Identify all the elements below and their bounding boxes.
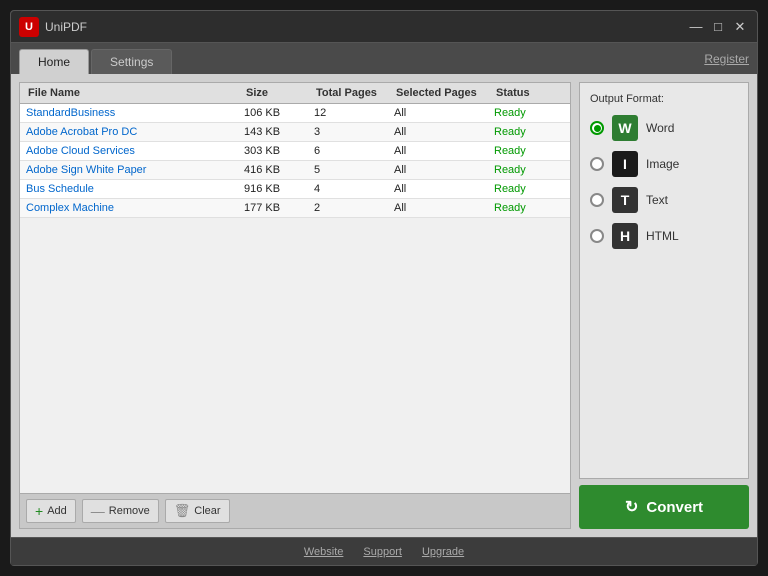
- clear-icon: 🗑: [174, 503, 191, 519]
- tab-home[interactable]: Home: [19, 49, 89, 74]
- convert-icon: ↻: [625, 497, 638, 517]
- table-row[interactable]: Bus Schedule 916 KB 4 All Ready: [20, 180, 570, 199]
- word-icon: W: [612, 115, 638, 141]
- app-logo: U: [19, 17, 39, 37]
- file-name[interactable]: Bus Schedule: [26, 183, 244, 195]
- app-title: UniPDF: [45, 20, 687, 34]
- right-panel: Output Format: W Word I Image T Text H: [579, 82, 749, 529]
- file-name[interactable]: Adobe Cloud Services: [26, 145, 244, 157]
- file-status: Ready: [494, 107, 564, 119]
- text-icon: T: [612, 187, 638, 213]
- file-size: 916 KB: [244, 183, 314, 195]
- selected-pages: All: [394, 126, 494, 138]
- html-label: HTML: [646, 229, 679, 243]
- table-row[interactable]: Adobe Cloud Services 303 KB 6 All Ready: [20, 142, 570, 161]
- minimize-button[interactable]: —: [687, 18, 705, 36]
- col-filename: File Name: [26, 87, 244, 99]
- radio-text[interactable]: [590, 193, 604, 207]
- clear-button[interactable]: 🗑 Clear: [165, 499, 230, 523]
- selected-pages: All: [394, 202, 494, 214]
- file-name[interactable]: Adobe Sign White Paper: [26, 164, 244, 176]
- website-link[interactable]: Website: [304, 546, 344, 558]
- total-pages: 5: [314, 164, 394, 176]
- maximize-button[interactable]: □: [709, 18, 727, 36]
- remove-button[interactable]: — Remove: [82, 499, 159, 523]
- col-selectedpages: Selected Pages: [394, 87, 494, 99]
- file-status: Ready: [494, 202, 564, 214]
- html-icon: H: [612, 223, 638, 249]
- file-status: Ready: [494, 145, 564, 157]
- clear-label: Clear: [194, 505, 220, 517]
- total-pages: 12: [314, 107, 394, 119]
- radio-image[interactable]: [590, 157, 604, 171]
- tab-bar: Home Settings Register: [11, 43, 757, 74]
- content-row: File Name Size Total Pages Selected Page…: [19, 82, 749, 529]
- output-format-title: Output Format:: [590, 93, 738, 105]
- table-row[interactable]: Adobe Sign White Paper 416 KB 5 All Read…: [20, 161, 570, 180]
- add-label: Add: [47, 505, 67, 517]
- upgrade-link[interactable]: Upgrade: [422, 546, 464, 558]
- file-name[interactable]: StandardBusiness: [26, 107, 244, 119]
- text-label: Text: [646, 193, 668, 207]
- image-icon: I: [612, 151, 638, 177]
- selected-pages: All: [394, 183, 494, 195]
- file-status: Ready: [494, 183, 564, 195]
- word-label: Word: [646, 121, 674, 135]
- selected-pages: All: [394, 164, 494, 176]
- tab-settings[interactable]: Settings: [91, 49, 172, 74]
- register-link[interactable]: Register: [704, 52, 749, 71]
- file-size: 106 KB: [244, 107, 314, 119]
- file-status: Ready: [494, 126, 564, 138]
- col-totalpages: Total Pages: [314, 87, 394, 99]
- format-option-html[interactable]: H HTML: [590, 223, 738, 249]
- window-controls: — □ ✕: [687, 18, 749, 36]
- file-size: 303 KB: [244, 145, 314, 157]
- col-status: Status: [494, 87, 564, 99]
- format-option-word[interactable]: W Word: [590, 115, 738, 141]
- footer: Website Support Upgrade: [11, 537, 757, 565]
- main-content: File Name Size Total Pages Selected Page…: [11, 74, 757, 537]
- remove-icon: —: [91, 503, 105, 519]
- total-pages: 6: [314, 145, 394, 157]
- table-header: File Name Size Total Pages Selected Page…: [20, 83, 570, 104]
- file-size: 177 KB: [244, 202, 314, 214]
- radio-html[interactable]: [590, 229, 604, 243]
- file-size: 416 KB: [244, 164, 314, 176]
- file-toolbar: + Add — Remove 🗑 Clear: [20, 493, 570, 528]
- convert-label: Convert: [646, 499, 703, 516]
- table-row[interactable]: Adobe Acrobat Pro DC 143 KB 3 All Ready: [20, 123, 570, 142]
- file-size: 143 KB: [244, 126, 314, 138]
- table-row[interactable]: StandardBusiness 106 KB 12 All Ready: [20, 104, 570, 123]
- file-status: Ready: [494, 164, 564, 176]
- total-pages: 3: [314, 126, 394, 138]
- main-window: U UniPDF — □ ✕ Home Settings Register Fi…: [10, 10, 758, 566]
- file-name[interactable]: Adobe Acrobat Pro DC: [26, 126, 244, 138]
- support-link[interactable]: Support: [363, 546, 402, 558]
- format-option-image[interactable]: I Image: [590, 151, 738, 177]
- add-button[interactable]: + Add: [26, 499, 76, 523]
- file-name[interactable]: Complex Machine: [26, 202, 244, 214]
- convert-button[interactable]: ↻ Convert: [579, 485, 749, 529]
- table-row[interactable]: Complex Machine 177 KB 2 All Ready: [20, 199, 570, 218]
- image-label: Image: [646, 157, 679, 171]
- format-box: Output Format: W Word I Image T Text H: [579, 82, 749, 479]
- close-button[interactable]: ✕: [731, 18, 749, 36]
- add-icon: +: [35, 503, 43, 519]
- col-size: Size: [244, 87, 314, 99]
- remove-label: Remove: [109, 505, 150, 517]
- table-body: StandardBusiness 106 KB 12 All Ready Ado…: [20, 104, 570, 493]
- format-option-text[interactable]: T Text: [590, 187, 738, 213]
- selected-pages: All: [394, 145, 494, 157]
- file-panel: File Name Size Total Pages Selected Page…: [19, 82, 571, 529]
- radio-word[interactable]: [590, 121, 604, 135]
- format-options: W Word I Image T Text H HTML: [590, 115, 738, 249]
- title-bar: U UniPDF — □ ✕: [11, 11, 757, 43]
- total-pages: 4: [314, 183, 394, 195]
- total-pages: 2: [314, 202, 394, 214]
- selected-pages: All: [394, 107, 494, 119]
